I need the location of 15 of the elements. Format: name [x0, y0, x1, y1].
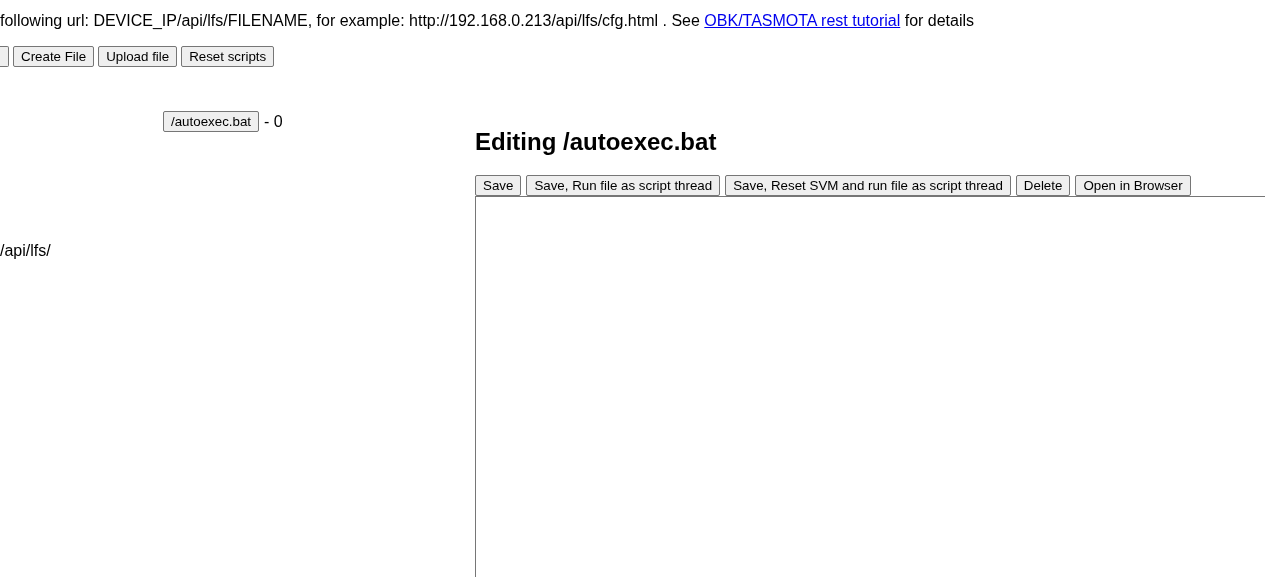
editor-button[interactable]: Save, Run file as script thread	[526, 175, 721, 196]
toolbar-button[interactable]: Reset scripts	[181, 46, 275, 67]
editor-title: Editing /autoexec.bat	[475, 128, 718, 156]
editor-button[interactable]: Save, Reset SVM and run file as script thread	[725, 175, 1011, 196]
toolbar-button[interactable]: Upload file	[98, 46, 178, 67]
intro-text: following url: DEVICE_IP/api/lfs/FILENAME, for example: http://192.168.0.213/api/lfs/cfg.html . See OBK/TASMOTA rest tutorial for details	[0, 11, 976, 30]
file-button[interactable]: /autoexec.bat	[163, 111, 260, 132]
path-text: /api/lfs/	[0, 241, 52, 260]
editor-button[interactable]: Open in Browser	[1075, 175, 1191, 196]
tutorial-link[interactable]: OBK/TASMOTA rest tutorial	[704, 12, 901, 29]
file-size: - 0	[264, 112, 283, 131]
button[interactable]	[0, 46, 9, 67]
toolbar-button[interactable]: Create File	[13, 46, 95, 67]
editor-button[interactable]: Save	[475, 175, 522, 196]
editor-button[interactable]: Delete	[1015, 175, 1071, 196]
